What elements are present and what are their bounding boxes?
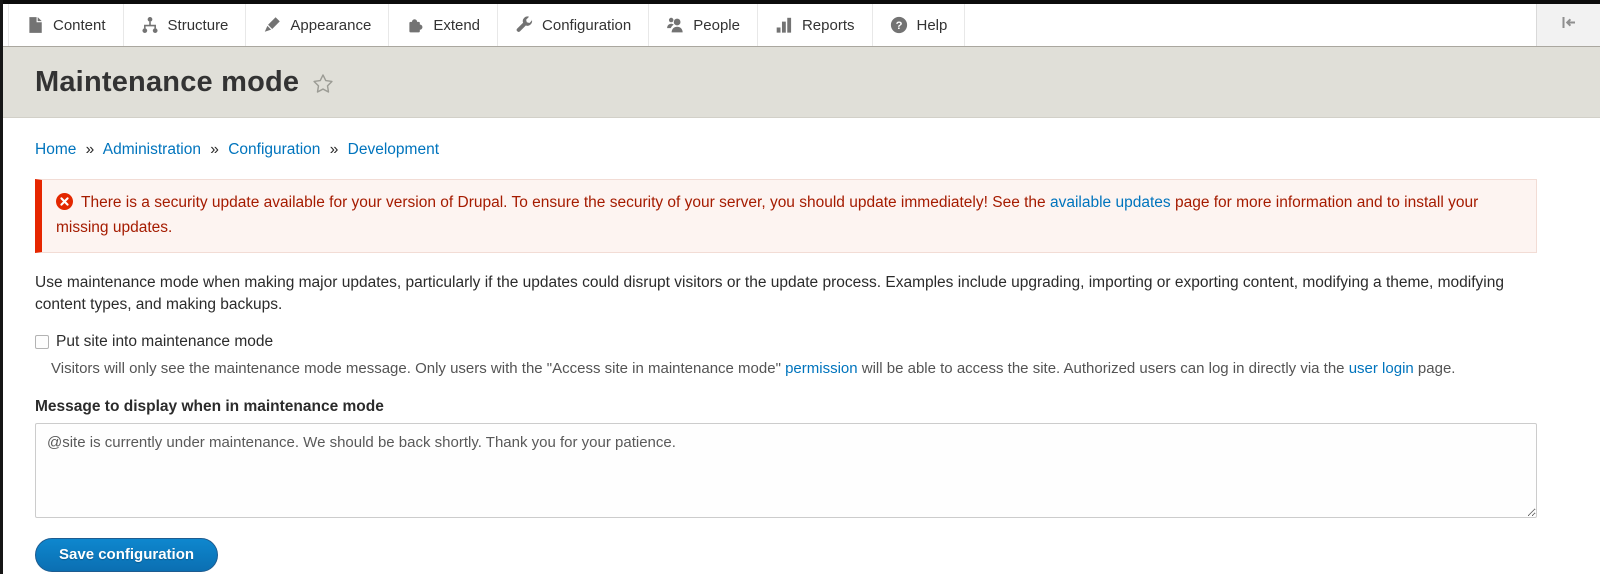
breadcrumb-configuration[interactable]: Configuration [228, 141, 320, 158]
main-content: Home » Administration » Configuration » … [0, 141, 1600, 572]
toolbar-item-appearance[interactable]: Appearance [246, 4, 389, 46]
breadcrumb-separator: » [86, 141, 95, 158]
maintenance-mode-help-text: Visitors will only see the maintenance m… [35, 358, 1537, 379]
save-configuration-button[interactable]: Save configuration [35, 538, 218, 572]
toolbar-item-content[interactable]: Content [8, 4, 124, 46]
maintenance-mode-checkbox-label[interactable]: Put site into maintenance mode [56, 333, 273, 351]
message-field-label: Message to display when in maintenance m… [35, 398, 1537, 416]
user-login-link[interactable]: user login [1349, 360, 1414, 377]
toolbar-item-label: Reports [802, 17, 855, 34]
screen-left-edge [0, 0, 3, 574]
help-icon: ? [890, 16, 908, 34]
breadcrumb-separator: » [330, 141, 339, 158]
sitemap-icon [141, 16, 159, 34]
toolbar-item-label: Content [53, 17, 106, 34]
maintenance-message-textarea[interactable]: @site is currently under maintenance. We… [35, 423, 1537, 518]
people-icon [666, 16, 684, 34]
toolbar-item-label: Appearance [290, 17, 371, 34]
toolbar-item-label: Help [917, 17, 948, 34]
wrench-icon [515, 16, 533, 34]
file-icon [26, 16, 44, 34]
error-text-before: There is a security update available for… [81, 194, 1046, 211]
help-text-middle: will be able to access the site. Authori… [862, 360, 1345, 377]
maintenance-mode-checkbox[interactable] [35, 335, 49, 349]
toolbar-item-label: Extend [433, 17, 480, 34]
toolbar-collapse-icon [1560, 14, 1577, 36]
breadcrumb-home[interactable]: Home [35, 141, 76, 158]
toolbar-spacer [965, 4, 1536, 46]
star-shortcut-icon[interactable] [312, 73, 334, 95]
toolbar-orientation-toggle[interactable] [1536, 4, 1600, 46]
bar-chart-icon [775, 16, 793, 34]
maintenance-mode-description: Use maintenance mode when making major u… [35, 272, 1537, 316]
toolbar-item-label: Configuration [542, 17, 631, 34]
page-title: Maintenance mode [35, 66, 299, 99]
toolbar-item-help[interactable]: ? Help [873, 4, 966, 46]
help-text-before: Visitors will only see the maintenance m… [51, 360, 781, 377]
toolbar-item-people[interactable]: People [649, 4, 758, 46]
breadcrumb-separator: » [210, 141, 219, 158]
toolbar-item-label: People [693, 17, 740, 34]
breadcrumb-development[interactable]: Development [348, 141, 439, 158]
breadcrumb-administration[interactable]: Administration [103, 141, 201, 158]
error-x-circle-icon [56, 193, 73, 217]
admin-toolbar: Content Structure Appearance Extend Conf… [0, 4, 1600, 47]
security-update-error-message: There is a security update available for… [35, 179, 1537, 253]
toolbar-item-structure[interactable]: Structure [124, 4, 247, 46]
help-text-after: page. [1418, 360, 1456, 377]
breadcrumb: Home » Administration » Configuration » … [35, 141, 1537, 159]
toolbar-item-configuration[interactable]: Configuration [498, 4, 649, 46]
puzzle-icon [406, 16, 424, 34]
toolbar-item-label: Structure [168, 17, 229, 34]
permission-link[interactable]: permission [785, 360, 858, 377]
toolbar-item-extend[interactable]: Extend [389, 4, 498, 46]
page-header: Maintenance mode [0, 47, 1600, 118]
available-updates-link[interactable]: available updates [1050, 194, 1171, 211]
paintbrush-icon [263, 16, 281, 34]
maintenance-mode-checkbox-row: Put site into maintenance mode [35, 333, 1537, 351]
svg-text:?: ? [895, 20, 902, 32]
toolbar-item-reports[interactable]: Reports [758, 4, 873, 46]
